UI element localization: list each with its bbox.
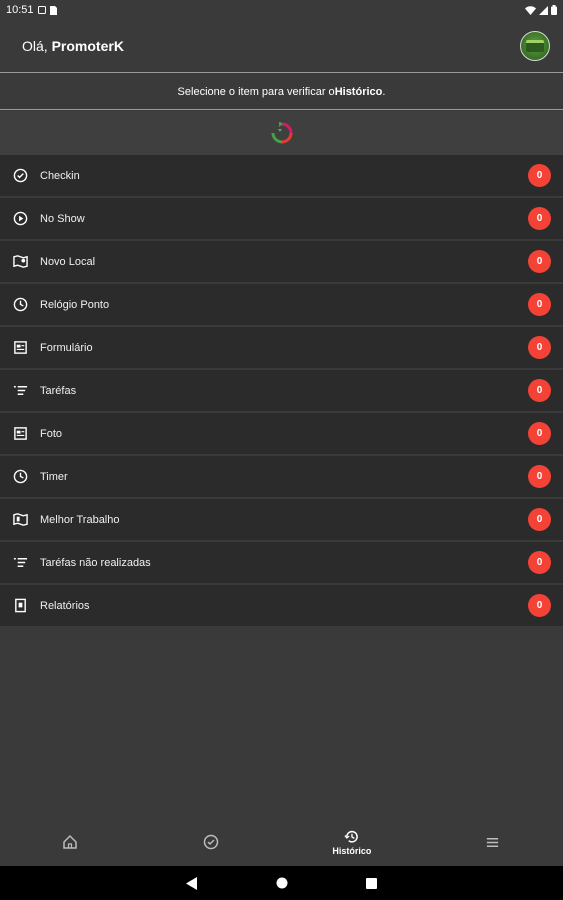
list-icon xyxy=(12,382,29,399)
form-icon xyxy=(12,339,29,356)
banner-text-bold: Histórico xyxy=(334,85,383,98)
history-icon xyxy=(344,830,359,843)
count-badge: 0 xyxy=(528,164,551,187)
list-item-melhor-trabalho[interactable]: Melhor Trabalho 0 xyxy=(0,499,563,540)
list-item-label: Taréfas xyxy=(40,384,77,397)
menu-icon xyxy=(487,837,499,847)
list-item-no-show[interactable]: No Show 0 xyxy=(0,198,563,239)
greeting: Olá, PromoterK xyxy=(22,38,124,54)
recents-button[interactable] xyxy=(327,877,417,889)
avatar[interactable] xyxy=(520,31,550,61)
info-banner: Selecione o item para verificar o Histór… xyxy=(0,74,563,110)
list-item-label: Relógio Ponto xyxy=(40,298,110,311)
report-icon xyxy=(12,597,29,614)
list-item-relogio-ponto[interactable]: Relógio Ponto 0 xyxy=(0,284,563,325)
play-circle-icon xyxy=(12,210,29,227)
check-circle-icon xyxy=(203,834,219,850)
count-badge: 0 xyxy=(528,336,551,359)
nav-checkin[interactable] xyxy=(141,818,282,866)
count-badge: 0 xyxy=(528,379,551,402)
list-icon xyxy=(12,554,29,571)
list-item-formulario[interactable]: Formulário 0 xyxy=(0,327,563,368)
list-item-label: Foto xyxy=(40,427,63,440)
nav-historico-label: Histórico xyxy=(332,845,372,856)
count-badge: 0 xyxy=(528,551,551,574)
count-badge: 0 xyxy=(528,207,551,230)
status-bar: 10:51 xyxy=(0,0,563,20)
avatar-image-icon xyxy=(526,40,544,52)
nav-historico[interactable]: Histórico xyxy=(282,818,423,866)
recents-square-icon xyxy=(366,877,377,889)
list-item-tarefas-nao-realizadas[interactable]: Taréfas não realizadas 0 xyxy=(0,542,563,583)
photo-icon xyxy=(12,425,29,442)
bottom-nav: Histórico xyxy=(0,818,563,866)
back-triangle-icon xyxy=(185,876,197,890)
banner-text-prefix: Selecione o item para verificar o xyxy=(177,85,335,98)
clock-icon xyxy=(12,296,29,313)
home-icon xyxy=(63,834,78,849)
count-badge: 0 xyxy=(528,250,551,273)
list-item-label: Relatórios xyxy=(40,599,90,612)
list-item-label: Taréfas não realizadas xyxy=(40,556,151,569)
nav-home[interactable] xyxy=(0,818,141,866)
app-header: Olá, PromoterK xyxy=(0,20,563,73)
list-item-novo-local[interactable]: Novo Local 0 xyxy=(0,241,563,282)
count-badge: 0 xyxy=(528,422,551,445)
check-circle-icon xyxy=(12,167,29,184)
banner-text-suffix: . xyxy=(382,85,386,98)
system-nav-bar xyxy=(0,866,563,900)
home-circle-icon xyxy=(276,877,287,889)
list-item-label: Novo Local xyxy=(40,255,96,268)
map-icon xyxy=(12,511,29,528)
back-button[interactable] xyxy=(147,876,237,890)
list-item-label: Checkin xyxy=(40,169,80,182)
wifi-icon xyxy=(525,5,536,15)
count-badge: 0 xyxy=(528,293,551,316)
greeting-prefix: Olá, xyxy=(22,38,52,54)
refresh-icon[interactable] xyxy=(271,122,293,144)
refresh-area xyxy=(0,111,563,155)
notification-icon xyxy=(37,6,46,14)
signal-icon xyxy=(539,5,548,15)
battery-icon xyxy=(551,5,557,15)
list-item-relatorios[interactable]: Relatórios 0 xyxy=(0,585,563,626)
list-item-timer[interactable]: Timer 0 xyxy=(0,456,563,497)
list-item-label: Melhor Trabalho xyxy=(40,513,120,526)
list-item-tarefas[interactable]: Taréfas 0 xyxy=(0,370,563,411)
count-badge: 0 xyxy=(528,508,551,531)
count-badge: 0 xyxy=(528,594,551,617)
list-item-label: Timer xyxy=(40,470,68,483)
username: PromoterK xyxy=(51,38,124,54)
clock-icon xyxy=(12,468,29,485)
list-item-checkin[interactable]: Checkin 0 xyxy=(0,155,563,196)
home-button[interactable] xyxy=(237,877,327,889)
history-list: Checkin 0 No Show 0 Novo Local 0 Relógio… xyxy=(0,155,563,628)
list-item-foto[interactable]: Foto 0 xyxy=(0,413,563,454)
map-icon xyxy=(12,253,29,270)
list-item-label: No Show xyxy=(40,212,85,225)
sim-card-icon xyxy=(49,5,57,15)
status-time: 10:51 xyxy=(6,4,34,16)
list-item-label: Formulário xyxy=(40,341,93,354)
count-badge: 0 xyxy=(528,465,551,488)
nav-menu[interactable] xyxy=(422,818,563,866)
